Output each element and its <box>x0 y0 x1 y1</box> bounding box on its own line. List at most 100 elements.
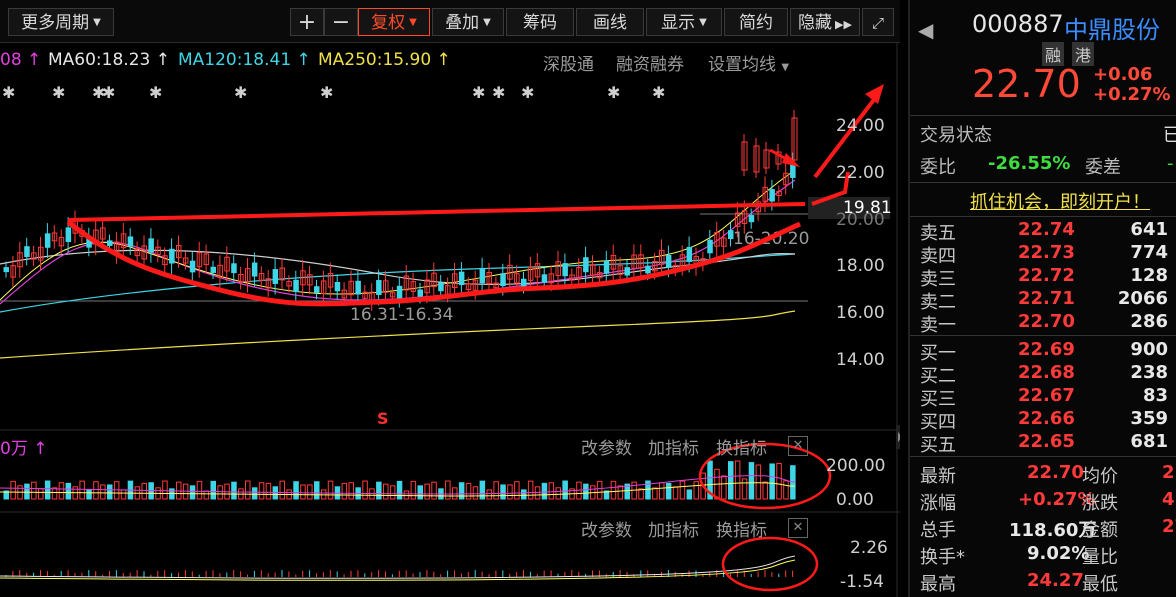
volume-bar <box>245 480 251 500</box>
simple-button[interactable]: 简约 <box>724 8 788 36</box>
event-marker-icon: ✱ <box>472 83 485 102</box>
volume-bar <box>189 485 196 500</box>
chart-toolbar: 更多周期 ▼ + − 复权 ▼ 叠加 ▼ 筹码 画线 显示 ▼ 简约 隐藏 ▶▶ ⤢ <box>0 0 900 43</box>
open-account-ad[interactable]: 抓住机会，即刻开户！ <box>970 188 1150 214</box>
caret-down-icon: ▼ <box>483 17 491 28</box>
volume-bar <box>665 482 672 500</box>
volume-bar <box>417 485 423 500</box>
ob-volume: 2066 <box>1117 288 1168 309</box>
stat-label: 最新 <box>920 466 956 487</box>
macd-switch-indicator[interactable]: 换指标 <box>716 516 767 541</box>
volume-bar <box>383 483 389 500</box>
volume-bar <box>341 482 348 500</box>
volume-bar <box>265 482 272 500</box>
volume-bar <box>769 463 775 500</box>
candle-body <box>24 246 30 258</box>
candle-body <box>210 266 216 273</box>
vol-close-icon[interactable]: ✕ <box>788 436 808 456</box>
volume-bar <box>396 480 403 500</box>
overlay-button[interactable]: 叠加 ▼ <box>432 8 504 36</box>
volume-bar <box>721 475 727 500</box>
ob-volume: 774 <box>1130 242 1168 263</box>
macd-close-icon[interactable]: ✕ <box>788 518 808 538</box>
volume-bar <box>424 483 430 500</box>
volume-bar <box>362 480 368 500</box>
volume-bar <box>314 481 320 500</box>
candle-body <box>3 267 9 273</box>
ob-level-label: 卖一 <box>920 315 956 336</box>
stat-label: 最高 <box>920 574 956 595</box>
y-label-14: 14.00 <box>836 350 885 370</box>
ob-price[interactable]: 22.69 <box>1018 339 1075 360</box>
ob-volume: 681 <box>1130 431 1168 452</box>
stat-label: 最低 <box>1082 574 1118 595</box>
volume-bar <box>555 487 561 500</box>
weicha-label: 委差 <box>1085 157 1121 178</box>
back-arrow-icon[interactable]: ◀ <box>918 18 933 42</box>
y-label-22: 22.00 <box>836 163 885 183</box>
candle-body <box>65 227 72 243</box>
y-label-16: 16.00 <box>836 303 885 323</box>
fullscreen-icon[interactable]: ⤢ <box>862 8 894 36</box>
candle-body <box>707 239 713 254</box>
stat-label: 总手 <box>920 520 956 541</box>
hide-button[interactable]: 隐藏 ▶▶ <box>790 8 860 36</box>
ob-volume: 900 <box>1130 339 1168 360</box>
volume-bar <box>486 489 492 500</box>
ob-price[interactable]: 22.72 <box>1018 265 1075 286</box>
draw-line-button[interactable]: 画线 <box>576 8 644 36</box>
ob-price[interactable]: 22.67 <box>1018 385 1075 406</box>
vol-add-indicator[interactable]: 加指标 <box>648 434 699 459</box>
candle-body <box>355 280 361 295</box>
stat-label: 金额 <box>1082 520 1118 541</box>
volume-bar <box>327 480 334 500</box>
volume-bar <box>458 482 465 500</box>
candle-body <box>334 281 341 292</box>
volume-bar <box>107 484 113 500</box>
fuquan-button[interactable]: 复权 ▼ <box>358 8 430 36</box>
ob-price[interactable]: 22.65 <box>1018 431 1075 452</box>
draw-line-label: 画线 <box>593 13 627 33</box>
stock-name: 中鼎股份 <box>1064 16 1160 44</box>
chips-button[interactable]: 筹码 <box>506 8 574 36</box>
volume-bar <box>196 480 203 500</box>
period-dropdown[interactable]: 更多周期 ▼ <box>8 8 114 36</box>
ma10-line <box>0 169 796 301</box>
zoom-in-button[interactable]: + <box>290 8 324 36</box>
volume-bar <box>44 480 51 500</box>
price-marker-label: 19.81 <box>843 198 892 218</box>
volume-bar <box>548 482 555 500</box>
macd-change-params[interactable]: 改参数 <box>581 516 632 541</box>
volume-bar <box>652 487 658 500</box>
ob-price[interactable]: 22.66 <box>1018 408 1075 429</box>
vol-switch-indicator[interactable]: 换指标 <box>716 434 767 459</box>
ob-price[interactable]: 22.73 <box>1018 242 1075 263</box>
ob-price[interactable]: 22.70 <box>1018 311 1075 332</box>
volume-bar <box>541 482 548 500</box>
vol-change-params[interactable]: 改参数 <box>581 434 632 459</box>
ob-price[interactable]: 22.71 <box>1018 288 1075 309</box>
macd-y-label-bottom: -1.54 <box>840 572 884 592</box>
status-value: 已 <box>1163 125 1176 146</box>
candle-body <box>417 289 423 297</box>
zoom-out-button[interactable]: − <box>324 8 358 36</box>
stat-value: 4 <box>1162 489 1175 510</box>
ob-price[interactable]: 22.74 <box>1018 219 1075 240</box>
volume-bar <box>638 488 644 500</box>
candle-body <box>665 255 672 268</box>
volume-bar <box>348 482 354 500</box>
volume-bar <box>10 480 16 500</box>
volume-bar <box>58 482 65 500</box>
ob-price[interactable]: 22.68 <box>1018 362 1075 383</box>
display-button[interactable]: 显示 ▼ <box>646 8 722 36</box>
macd-add-indicator[interactable]: 加指标 <box>648 516 699 541</box>
kline-chart[interactable]: ✱ ✱ ✱✱ ✱ ✱ ✱ ✱ ✱ ✱ ✱ ✱ 16-20.20 16.31-16.34 S <box>0 42 900 597</box>
price-change: +0.06 <box>1093 64 1153 85</box>
candle-body <box>521 278 527 287</box>
volume-bar <box>376 481 382 500</box>
volume-bar <box>679 480 686 500</box>
volume-bar <box>762 481 768 500</box>
candle-body <box>562 263 568 277</box>
candle-body <box>189 260 196 273</box>
double-arrow-right-icon: ▶▶ <box>835 18 852 31</box>
